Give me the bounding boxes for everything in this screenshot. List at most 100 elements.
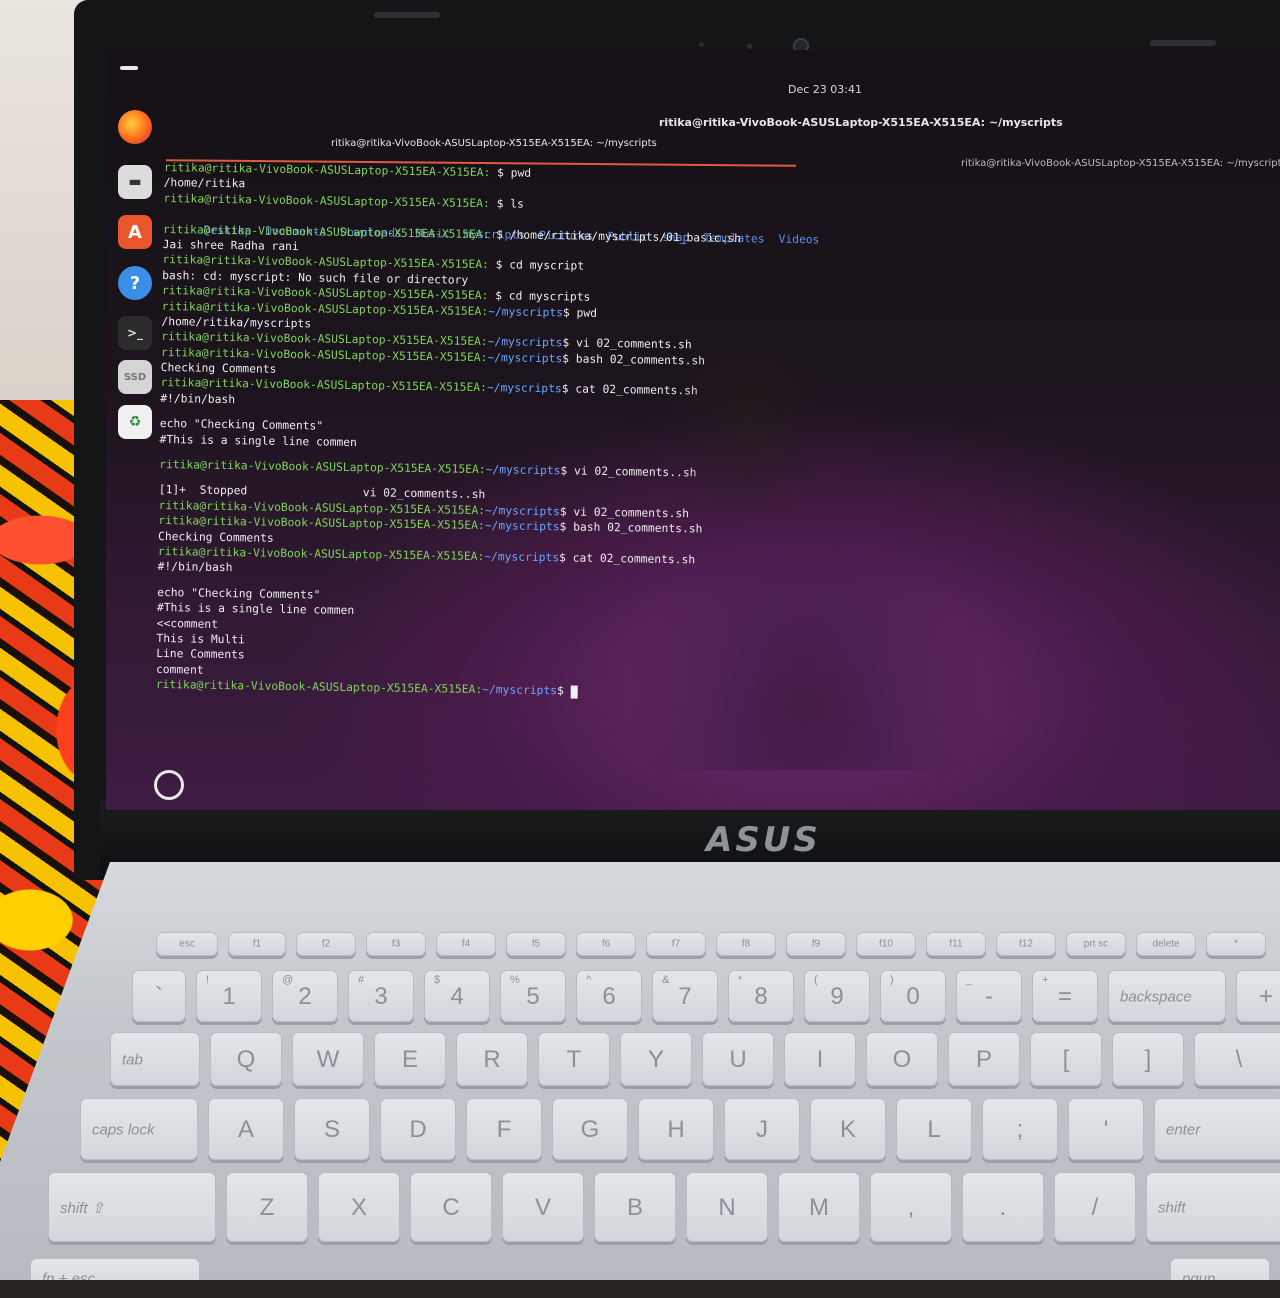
key-n[interactable]: N	[686, 1172, 768, 1242]
activities-indicator[interactable]	[120, 66, 138, 70]
keyboard-row-bottom: fn + esc pgup	[30, 1258, 1280, 1280]
key-9[interactable]: 9(	[804, 970, 870, 1022]
key-3[interactable]: 3 #	[348, 970, 414, 1022]
key-symbol[interactable]: +	[1236, 970, 1280, 1022]
key-enter[interactable]: enter	[1154, 1098, 1280, 1160]
key-t[interactable]: T	[538, 1032, 610, 1086]
key-f4[interactable]: f4	[436, 932, 496, 956]
key-f9[interactable]: f9	[786, 932, 846, 956]
key-label: B	[626, 1194, 644, 1222]
files-icon[interactable]: ▬	[118, 165, 152, 199]
prompt-path: ~/myscripts	[485, 463, 561, 478]
key-c[interactable]: C	[410, 1172, 492, 1242]
key-i[interactable]: I	[784, 1032, 856, 1086]
key-0[interactable]: 0)	[880, 970, 946, 1022]
key-symbol[interactable]: .	[962, 1172, 1044, 1242]
key-w[interactable]: W	[292, 1032, 364, 1086]
key-f6[interactable]: f6	[576, 932, 636, 956]
key-symbol[interactable]: [	[1030, 1032, 1102, 1086]
second-window-title[interactable]: ritika@ritika-VivoBook-ASUSLaptop-X515EA…	[961, 158, 1280, 169]
key-shift[interactable]: shift ⇧	[48, 1172, 216, 1242]
key-label: f11	[949, 938, 963, 950]
key-h[interactable]: H	[638, 1098, 714, 1160]
key-symbol[interactable]: \	[1194, 1032, 1280, 1086]
key-k[interactable]: K	[810, 1098, 886, 1160]
sensor-dot	[699, 42, 704, 47]
key-e[interactable]: E	[374, 1032, 446, 1086]
key-s[interactable]: S	[294, 1098, 370, 1160]
key-f3[interactable]: f3	[366, 932, 426, 956]
key-b[interactable]: B	[594, 1172, 676, 1242]
key-symbol[interactable]: ;	[982, 1098, 1058, 1160]
key-1[interactable]: 1!	[196, 970, 262, 1022]
key-7[interactable]: 7 &	[652, 970, 718, 1022]
key-label: f12	[1019, 938, 1033, 950]
key-r[interactable]: R	[456, 1032, 528, 1086]
key-label: 9	[830, 983, 844, 1011]
key-f2[interactable]: f2	[296, 932, 356, 956]
key-label: Z	[259, 1194, 275, 1222]
key-8[interactable]: 8 *	[728, 970, 794, 1022]
key-j[interactable]: J	[724, 1098, 800, 1160]
key-m[interactable]: M	[778, 1172, 860, 1242]
key-l[interactable]: L	[896, 1098, 972, 1160]
firefox-icon[interactable]	[118, 110, 152, 144]
key-p[interactable]: P	[948, 1032, 1020, 1086]
terminal-cursor[interactable]	[570, 685, 578, 699]
key-symbol[interactable]: *	[1206, 932, 1266, 956]
key-symbol[interactable]: - _	[956, 970, 1022, 1022]
key-symbol[interactable]: = +	[1032, 970, 1098, 1022]
key-f7[interactable]: f7	[646, 932, 706, 956]
sensor-dot	[747, 44, 752, 49]
key-f[interactable]: F	[466, 1098, 542, 1160]
key-4[interactable]: 4 $	[424, 970, 490, 1022]
terminal-tab-title[interactable]: ritika@ritika-VivoBook-ASUSLaptop-X515EA…	[331, 138, 657, 149]
key-u[interactable]: U	[702, 1032, 774, 1086]
key-2[interactable]: 2 @	[272, 970, 338, 1022]
key-5[interactable]: 5%	[500, 970, 566, 1022]
key-symbol[interactable]: ,	[870, 1172, 952, 1242]
key-label: f1	[252, 938, 262, 950]
key-f11[interactable]: f11	[926, 932, 986, 956]
key-f8[interactable]: f8	[716, 932, 776, 956]
key-label: X	[350, 1194, 368, 1222]
key-6[interactable]: 6 ^	[576, 970, 642, 1022]
topbar-clock[interactable]: Dec 23 03:41	[788, 83, 862, 96]
terminal-output[interactable]: ritika@ritika-VivoBook-ASUSLaptop-X515EA…	[156, 160, 864, 703]
prompt-path: ~/myscripts	[484, 550, 560, 565]
key-symbol[interactable]: `	[132, 970, 186, 1022]
key-g[interactable]: G	[552, 1098, 628, 1160]
key-tab[interactable]: tab	[110, 1032, 200, 1086]
key-f1[interactable]: f1	[228, 932, 286, 956]
key-shift-label: +	[1042, 974, 1049, 986]
key-shift[interactable]: shift	[1146, 1172, 1280, 1242]
key-f10[interactable]: f10	[856, 932, 916, 956]
key-z[interactable]: Z	[226, 1172, 308, 1242]
key-d[interactable]: D	[380, 1098, 456, 1160]
key-symbol[interactable]: /	[1054, 1172, 1136, 1242]
key-delete[interactable]: delete	[1136, 932, 1196, 956]
key-a[interactable]: A	[208, 1098, 284, 1160]
help-icon[interactable]: ?	[118, 266, 152, 300]
key-v[interactable]: V	[502, 1172, 584, 1242]
key-esc[interactable]: esc	[156, 932, 218, 956]
key-symbol[interactable]: '	[1068, 1098, 1144, 1160]
ssd-drive-icon[interactable]: SSD	[118, 360, 152, 394]
key-backspace[interactable]: backspace	[1108, 970, 1226, 1022]
key-f5[interactable]: f5	[506, 932, 566, 956]
show-apps-icon[interactable]	[154, 770, 184, 800]
software-store-icon[interactable]: A	[118, 215, 152, 249]
key-caps-lock[interactable]: caps lock	[80, 1098, 198, 1160]
key-pgup[interactable]: pgup	[1170, 1258, 1270, 1280]
key-q[interactable]: Q	[210, 1032, 282, 1086]
key-label: -	[985, 983, 993, 1011]
key-y[interactable]: Y	[620, 1032, 692, 1086]
terminal-icon[interactable]: >_	[118, 316, 152, 350]
key-symbol[interactable]: ]	[1112, 1032, 1184, 1086]
key-prt-sc[interactable]: prt sc	[1066, 932, 1126, 956]
key-x[interactable]: X	[318, 1172, 400, 1242]
key-f12[interactable]: f12	[996, 932, 1056, 956]
trash-icon[interactable]: ♻	[118, 405, 152, 439]
key-fn-esc[interactable]: fn + esc	[30, 1258, 200, 1280]
key-o[interactable]: O	[866, 1032, 938, 1086]
